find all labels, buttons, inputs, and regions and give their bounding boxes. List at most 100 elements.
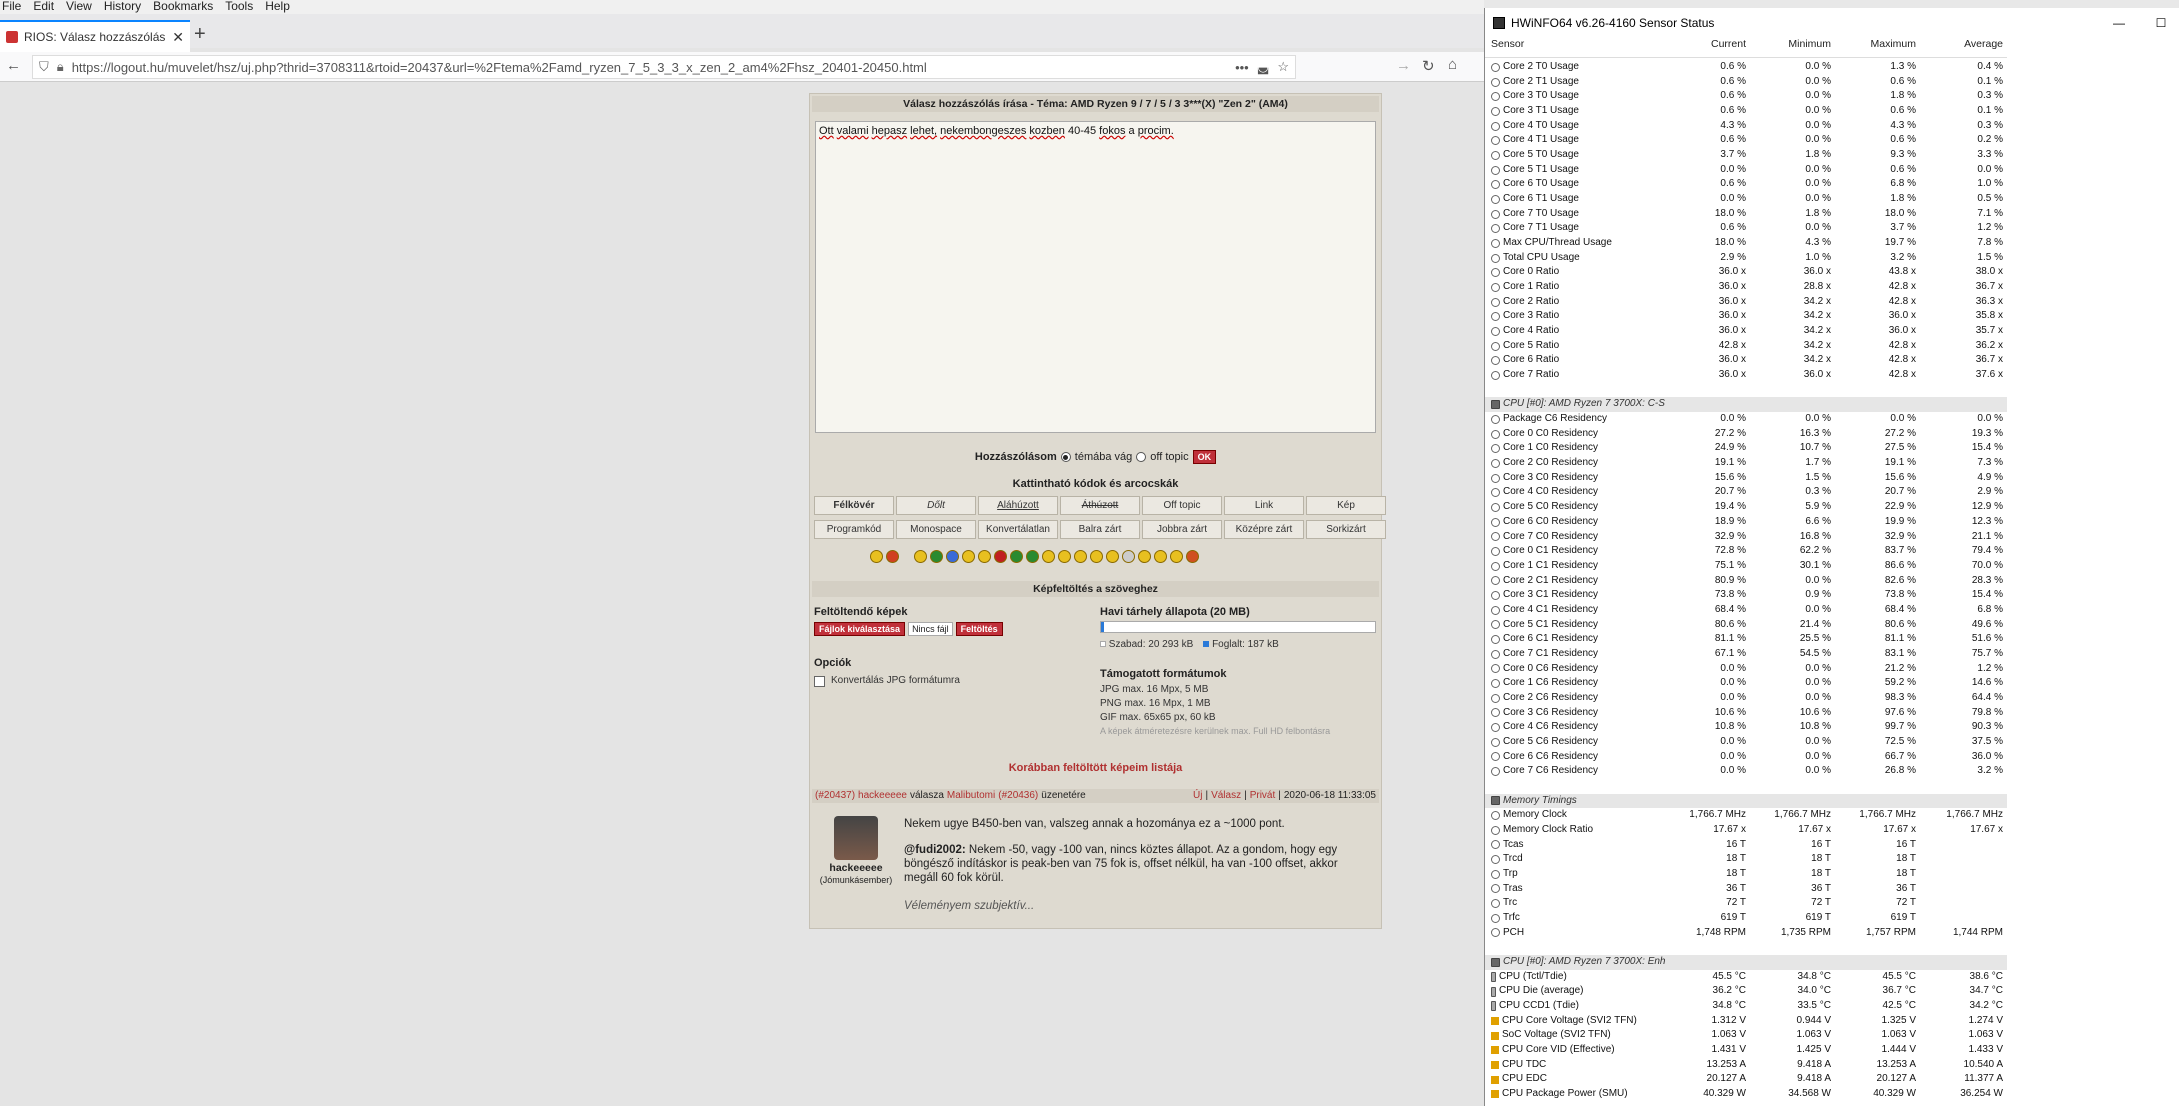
table-row[interactable]: Core 2 C0 Residency 19.1 % 1.7 % 19.1 % 7.3 … xyxy=(1485,456,2007,471)
table-row[interactable]: CPU Core VID (Effective) 1.431 V 1.425 V 1.… xyxy=(1485,1043,2007,1058)
table-row[interactable]: CPU (Tctl/Tdie) 45.5 °C 34.8 °C 45.5 °C 38.6… xyxy=(1485,970,2007,985)
maximize-icon[interactable]: ☐ xyxy=(2143,16,2179,30)
table-row[interactable]: Trp 18 T 18 T 18 T xyxy=(1485,867,2007,882)
browser-tab[interactable]: RIOS: Válasz hozzászólás írása ✕ xyxy=(0,20,190,52)
table-row[interactable]: Total CPU Usage 2.9 % 1.0 % 3.2 % 1.5 % xyxy=(1485,251,2007,266)
table-row[interactable]: Core 5 C6 Residency 0.0 % 0.0 % 72.5 % 37.5 … xyxy=(1485,735,2007,750)
col-maximum[interactable]: Maximum xyxy=(1835,38,1920,57)
smiley-icon[interactable] xyxy=(914,550,927,563)
table-row[interactable]: Core 0 Ratio 36.0 x 36.0 x 43.8 x 38.0 x xyxy=(1485,265,2007,280)
private-link[interactable]: Privát xyxy=(1250,789,1276,803)
monospace-button[interactable]: Monospace xyxy=(896,520,976,539)
table-row[interactable]: Core 4 C0 Residency 20.7 % 0.3 % 20.7 % 2.9 … xyxy=(1485,485,2007,500)
smiley-icon[interactable] xyxy=(1186,550,1199,563)
editor-word[interactable]: fokos xyxy=(1099,125,1125,137)
table-row[interactable]: Core 7 T0 Usage 18.0 % 1.8 % 18.0 % 7.1 % xyxy=(1485,207,2007,222)
smiley-icon[interactable] xyxy=(1090,550,1103,563)
table-row[interactable]: Core 2 C1 Residency 80.9 % 0.0 % 82.6 % 28.3… xyxy=(1485,574,2007,589)
smiley-icon[interactable] xyxy=(962,550,975,563)
table-row[interactable]: Core 4 Ratio 36.0 x 34.2 x 36.0 x 35.7 x xyxy=(1485,324,2007,339)
radio-off-topic[interactable] xyxy=(1136,452,1147,462)
post-id-link[interactable]: (#20437) xyxy=(815,789,855,803)
table-row[interactable]: CPU Die (average) 36.2 °C 34.0 °C 36.7 °C 34… xyxy=(1485,984,2007,999)
editor-word[interactable]: lehet, xyxy=(910,125,937,137)
table-row[interactable]: Core 3 T1 Usage 0.6 % 0.0 % 0.6 % 0.1 % xyxy=(1485,104,2007,119)
sensor-group-header[interactable]: Memory Timings xyxy=(1485,793,2007,809)
choose-files-button[interactable]: Fájlok kiválasztása xyxy=(814,622,906,636)
table-row[interactable]: CPU Package Power (SMU) 40.329 W 34.568 W 4… xyxy=(1485,1087,2007,1102)
table-row[interactable]: Tcas 16 T 16 T 16 T xyxy=(1485,838,2007,853)
table-row[interactable]: CPU CCD1 (Tdie) 34.8 °C 33.5 °C 42.5 °C 34.2… xyxy=(1485,999,2007,1014)
align-right-button[interactable]: Jobbra zárt xyxy=(1142,520,1222,539)
post-author-link[interactable]: hackeeeee xyxy=(858,789,907,803)
smiley-icon[interactable] xyxy=(1170,550,1183,563)
col-average[interactable]: Average xyxy=(1920,38,2007,57)
table-row[interactable]: Core 1 C1 Residency 75.1 % 30.1 % 86.6 % 70.… xyxy=(1485,559,2007,574)
table-row[interactable]: CPU Core Voltage (SVI2 TFN) 1.312 V 0.944 … xyxy=(1485,1014,2007,1029)
smiley-icon[interactable] xyxy=(946,550,959,563)
table-row[interactable]: Core 5 T1 Usage 0.0 % 0.0 % 0.6 % 0.0 % xyxy=(1485,163,2007,178)
avatar[interactable] xyxy=(834,816,878,860)
col-minimum[interactable]: Minimum xyxy=(1750,38,1835,57)
table-row[interactable]: SoC Voltage (SVI2 TFN) 1.063 V 1.063 V 1.06… xyxy=(1485,1028,2007,1043)
smiley-icon[interactable] xyxy=(994,550,1007,563)
table-row[interactable]: Core 4 C6 Residency 10.8 % 10.8 % 99.7 % 90.… xyxy=(1485,720,2007,735)
pocket-icon[interactable]: ◛ xyxy=(1257,59,1270,75)
table-row[interactable]: Core 7 T1 Usage 0.6 % 0.0 % 3.7 % 1.2 % xyxy=(1485,221,2007,236)
jpg-checkbox[interactable] xyxy=(814,675,825,687)
radio-on-topic[interactable] xyxy=(1060,452,1071,462)
smiley-icon[interactable] xyxy=(1058,550,1071,563)
editor-word[interactable]: hepasz xyxy=(872,125,907,137)
new-link[interactable]: Új xyxy=(1193,789,1202,803)
table-row[interactable]: Core 6 C0 Residency 18.9 % 6.6 % 19.9 % 12.3… xyxy=(1485,515,2007,530)
table-row[interactable]: Memory Clock Ratio 17.67 x 17.67 x 17.67 x 1… xyxy=(1485,823,2007,838)
editor-word[interactable]: procim. xyxy=(1138,125,1174,137)
bold-button[interactable]: Félkövér xyxy=(814,496,894,515)
table-row[interactable]: Core 1 C6 Residency 0.0 % 0.0 % 59.2 % 14.6 … xyxy=(1485,676,2007,691)
bookmark-star-icon[interactable]: ☆ xyxy=(1277,59,1289,75)
table-row[interactable]: Core 3 C6 Residency 10.6 % 10.6 % 97.6 % 79.… xyxy=(1485,706,2007,721)
col-current[interactable]: Current xyxy=(1665,38,1750,57)
table-row[interactable]: Trcd 18 T 18 T 18 T xyxy=(1485,852,2007,867)
table-row[interactable]: Core 6 T1 Usage 0.0 % 0.0 % 1.8 % 0.5 % xyxy=(1485,192,2007,207)
editor-word[interactable]: valami xyxy=(837,125,869,137)
sensor-group-header[interactable]: CPU [#0]: AMD Ryzen 7 3700X: C-St... xyxy=(1485,397,2007,413)
table-row[interactable]: Core 2 T0 Usage 0.6 % 0.0 % 1.3 % 0.4 % xyxy=(1485,60,2007,75)
table-row[interactable]: Core 4 T0 Usage 4.3 % 0.0 % 4.3 % 0.3 % xyxy=(1485,119,2007,134)
table-row[interactable]: Core 6 C6 Residency 0.0 % 0.0 % 66.7 % 36.0 … xyxy=(1485,750,2007,765)
page-actions-icon[interactable]: ••• xyxy=(1235,60,1249,75)
post-editor[interactable]: Ott valami hepasz lehet, nekembongeszes … xyxy=(815,121,1376,433)
reload-icon[interactable]: ↻ xyxy=(1422,57,1435,75)
editor-text[interactable]: Ott valami hepasz lehet, nekembongeszes … xyxy=(819,125,1174,137)
ok-button[interactable]: OK xyxy=(1192,450,1217,464)
table-row[interactable]: Core 6 C1 Residency 81.1 % 25.5 % 81.1 % 51.… xyxy=(1485,632,2007,647)
table-row[interactable]: Core 3 T0 Usage 0.6 % 0.0 % 1.8 % 0.3 % xyxy=(1485,89,2007,104)
editor-word[interactable]: a xyxy=(1129,125,1135,137)
table-row[interactable]: Core 0 C0 Residency 27.2 % 16.3 % 27.2 % 19.… xyxy=(1485,427,2007,442)
close-tab-icon[interactable]: ✕ xyxy=(172,29,184,46)
smiley-icon[interactable] xyxy=(870,550,883,563)
offtopic-button[interactable]: Off topic xyxy=(1142,496,1222,515)
table-row[interactable]: CPU TDC 13.253 A 9.418 A 13.253 A 10.540 A xyxy=(1485,1058,2007,1073)
table-row[interactable]: PCH 1,748 RPM 1,735 RPM 1,757 RPM 1,744 RPM xyxy=(1485,926,2007,941)
underline-button[interactable]: Aláhúzott xyxy=(978,496,1058,515)
menu-view[interactable]: View xyxy=(66,0,92,14)
table-row[interactable]: Core 2 Ratio 36.0 x 34.2 x 42.8 x 36.3 x xyxy=(1485,295,2007,310)
smiley-icon[interactable] xyxy=(1042,550,1055,563)
raw-button[interactable]: Konvertálatlan xyxy=(978,520,1058,539)
smiley-icon[interactable] xyxy=(1026,550,1039,563)
smiley-icon[interactable] xyxy=(1074,550,1087,563)
editor-word[interactable]: Ott xyxy=(819,125,834,137)
menu-tools[interactable]: Tools xyxy=(225,0,253,14)
table-row[interactable]: Core 7 C6 Residency 0.0 % 0.0 % 26.8 % 3.2 % xyxy=(1485,764,2007,779)
table-row[interactable]: Max CPU/Thread Usage 18.0 % 4.3 % 19.7 % 7.8… xyxy=(1485,236,2007,251)
table-row[interactable]: Trfc 619 T 619 T 619 T xyxy=(1485,911,2007,926)
previous-images-link[interactable]: Korábban feltöltött képeim listája xyxy=(810,762,1381,774)
table-row[interactable]: Core 5 Ratio 42.8 x 34.2 x 42.8 x 36.2 x xyxy=(1485,339,2007,354)
image-button[interactable]: Kép xyxy=(1306,496,1386,515)
editor-word[interactable]: kozben xyxy=(1029,125,1064,137)
align-center-button[interactable]: Középre zárt xyxy=(1224,520,1304,539)
menu-edit[interactable]: Edit xyxy=(33,0,54,14)
strike-button[interactable]: Áthúzott xyxy=(1060,496,1140,515)
table-row[interactable]: Core 4 C1 Residency 68.4 % 0.0 % 68.4 % 6.8 … xyxy=(1485,603,2007,618)
